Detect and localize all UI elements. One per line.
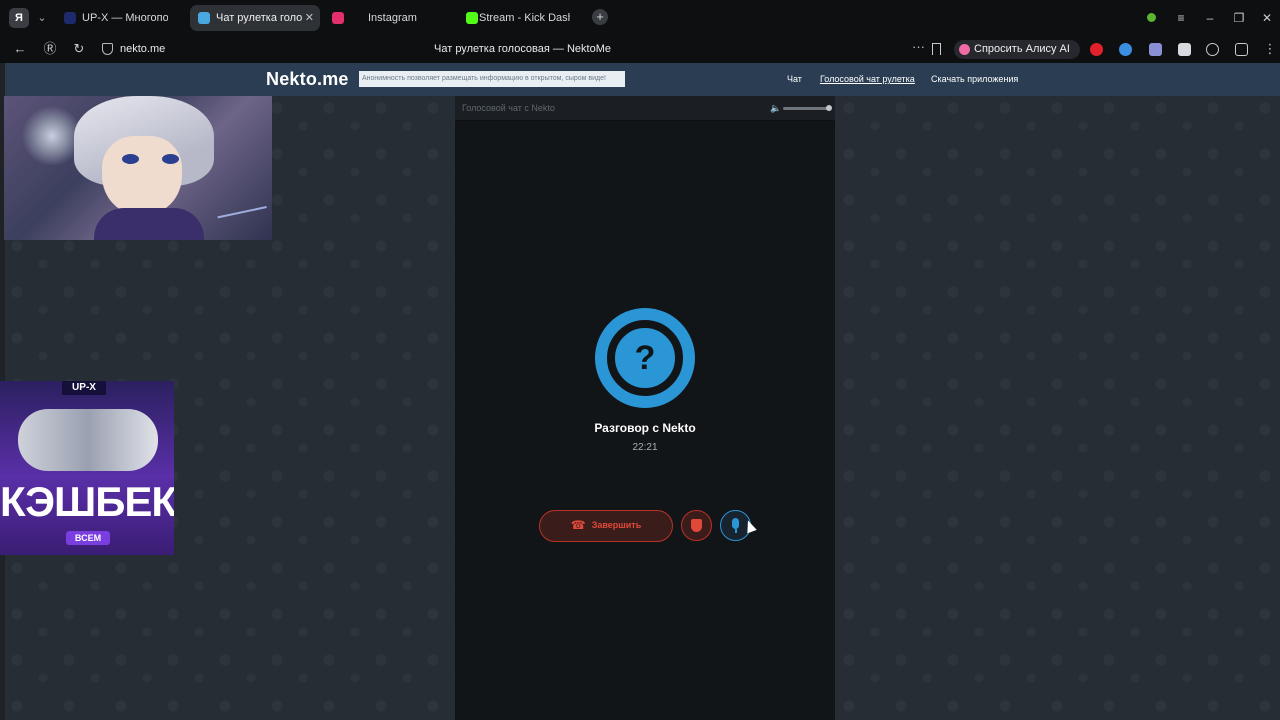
microphone-stand [735,529,737,533]
new-tab-plus-icon[interactable]: + [592,9,608,25]
downloads-icon[interactable] [1235,43,1248,56]
voice-chat-panel: Голосовой чат с Nekto 🔈 ? Разговор с Nek… [455,96,835,720]
tab-label: Instagram [368,12,417,24]
anime-shirt [94,208,204,240]
call-timer: 22:21 [632,442,658,453]
close-tab-icon[interactable]: ✕ [305,5,314,31]
site-header: Nekto.me Анонимность позволяет размещать… [5,63,1280,96]
extension-red-icon[interactable] [1090,43,1103,56]
question-mark-icon: ? [607,320,683,396]
shield-icon [691,519,702,532]
lightning-decoration [217,206,271,236]
volume-icon[interactable]: 🔈 [770,103,781,113]
bookmark-icon[interactable] [932,43,941,55]
minimize-icon[interactable]: – [1202,10,1218,26]
tab-label: Чат рулетка голосова [216,12,302,24]
promo-headline: КЭШБЕК [0,478,174,525]
microphone-icon [732,518,739,529]
close-window-icon[interactable]: ✕ [1259,10,1275,26]
nav-voice-chat-link[interactable]: Голосовой чат рулетка [820,72,915,86]
promo-subtext: ВСЕМ [66,531,110,545]
anime-eye [122,154,139,164]
tab-instagram[interactable]: Instagram [324,5,454,31]
extension-blue-icon[interactable] [1119,43,1132,56]
yandex-home-icon[interactable]: Ⓡ [40,39,60,59]
end-call-button[interactable]: ☎ Завершить [539,510,673,542]
browser-tab-strip: Я ⌄ UP-X — Многопользоват Чат рулетка го… [0,0,1280,36]
tab-label: UP-X — Многопользоват [82,12,168,24]
nekto-favicon-icon [198,12,210,24]
reload-icon[interactable]: ↻ [69,39,89,59]
sidebar-menu-icon[interactable]: ⋮ [1260,39,1280,59]
site-protection-icon[interactable] [102,43,113,55]
voice-chat-title: Голосовой чат с Nekto [462,103,555,113]
url-field[interactable]: nekto.me [120,40,165,58]
tab-nekto[interactable]: Чат рулетка голосова ✕ [190,5,320,31]
back-arrow-icon[interactable]: ← [10,39,30,59]
handshake-image [18,409,158,471]
restore-icon[interactable]: ❐ [1231,10,1247,26]
menu-icon[interactable]: ≡ [1173,10,1189,26]
ask-alice-button[interactable]: Спросить Алису AI [954,40,1080,59]
anime-eye [162,154,179,164]
tab-list-chevron-icon[interactable]: ⌄ [34,9,50,27]
nav-chat-link[interactable]: Чат [787,72,802,86]
volume-slider-knob[interactable] [826,105,832,111]
play-icon[interactable] [1206,43,1219,56]
anime-face [102,136,182,216]
alice-icon [959,44,970,55]
extension-badge-icon[interactable] [1149,43,1162,56]
kick-favicon-icon [466,12,478,24]
instagram-favicon-icon [332,12,344,24]
voice-chat-header: Голосовой чат с Nekto 🔈 [455,96,835,121]
anonymity-notice: Анонимность позволяет размещать информац… [359,71,625,87]
more-options-icon[interactable]: ··· [912,39,925,54]
promo-brand: UP-X [62,381,106,395]
tab-upx[interactable]: UP-X — Многопользоват [56,5,186,31]
page-title: Чат рулетка голосовая — NektoMe [434,43,611,55]
conversation-title: Разговор с Nekto [594,421,696,435]
nav-download-apps-link[interactable]: Скачать приложения [931,72,1018,86]
extension-cat-icon[interactable] [1178,43,1191,56]
browser-address-bar: ← Ⓡ ↻ nekto.me Чат рулетка голосовая — N… [0,36,1280,63]
cashback-promo-banner: UP-X КЭШБЕК ВСЕМ [0,381,174,555]
upx-favicon-icon [64,12,76,24]
volume-slider[interactable] [783,107,829,110]
report-button[interactable] [681,510,712,541]
tab-kick[interactable]: Stream - Kick Dashboard [458,5,588,31]
anonymous-avatar: ? [595,308,695,408]
site-logo[interactable]: Nekto.me [266,67,349,91]
browser-logo-icon[interactable]: Я [9,8,29,28]
anime-webcam-overlay [4,96,272,240]
ask-alice-label: Спросить Алису AI [974,43,1070,55]
hang-up-phone-icon: ☎ [570,518,586,532]
tab-label: Stream - Kick Dashboard [479,12,570,24]
end-call-label: Завершить [591,520,642,530]
status-dot-icon [1147,13,1156,22]
